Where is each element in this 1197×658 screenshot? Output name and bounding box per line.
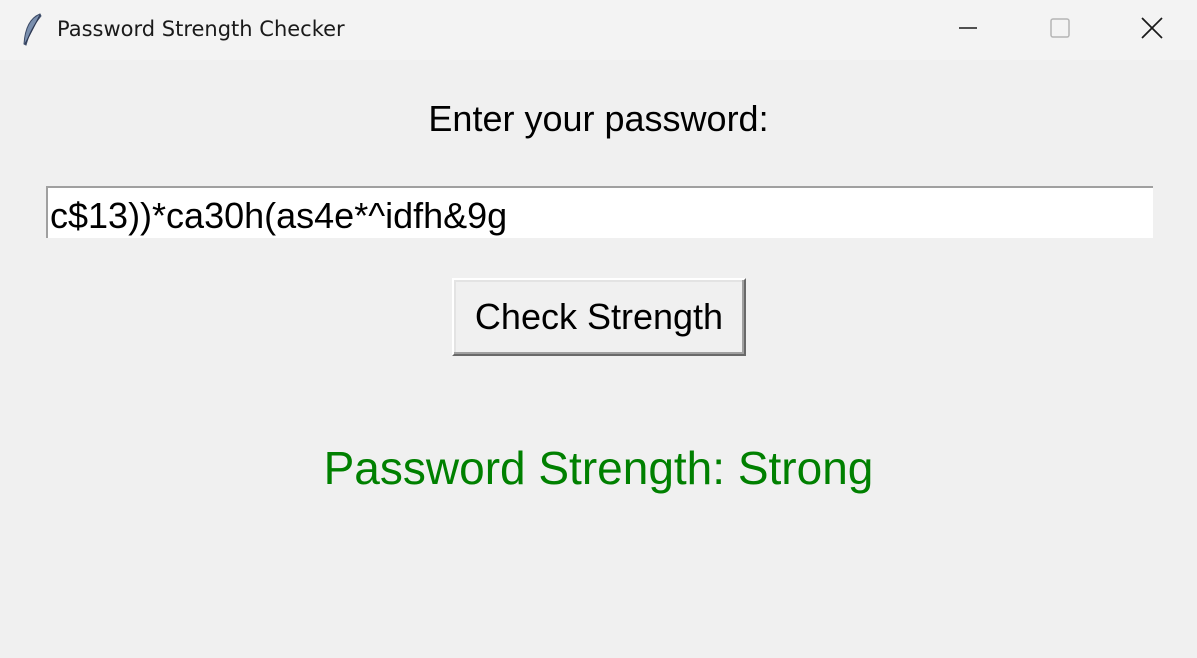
strength-result-label: Password Strength: Strong xyxy=(323,442,874,494)
check-strength-button[interactable]: Check Strength xyxy=(452,278,746,356)
password-prompt-label: Enter your password: xyxy=(428,98,769,139)
minimize-icon xyxy=(958,18,978,43)
window-title: Password Strength Checker xyxy=(57,17,345,41)
maximize-icon xyxy=(1049,17,1071,44)
title-bar[interactable]: Password Strength Checker xyxy=(0,0,1197,60)
feather-icon xyxy=(20,12,44,48)
minimize-button[interactable] xyxy=(922,0,1014,60)
close-button[interactable] xyxy=(1106,0,1197,60)
app-window: Password Strength Checker Enter your pas… xyxy=(0,0,1197,658)
password-input[interactable] xyxy=(46,186,1153,238)
maximize-button[interactable] xyxy=(1014,0,1106,60)
close-icon xyxy=(1140,16,1164,45)
